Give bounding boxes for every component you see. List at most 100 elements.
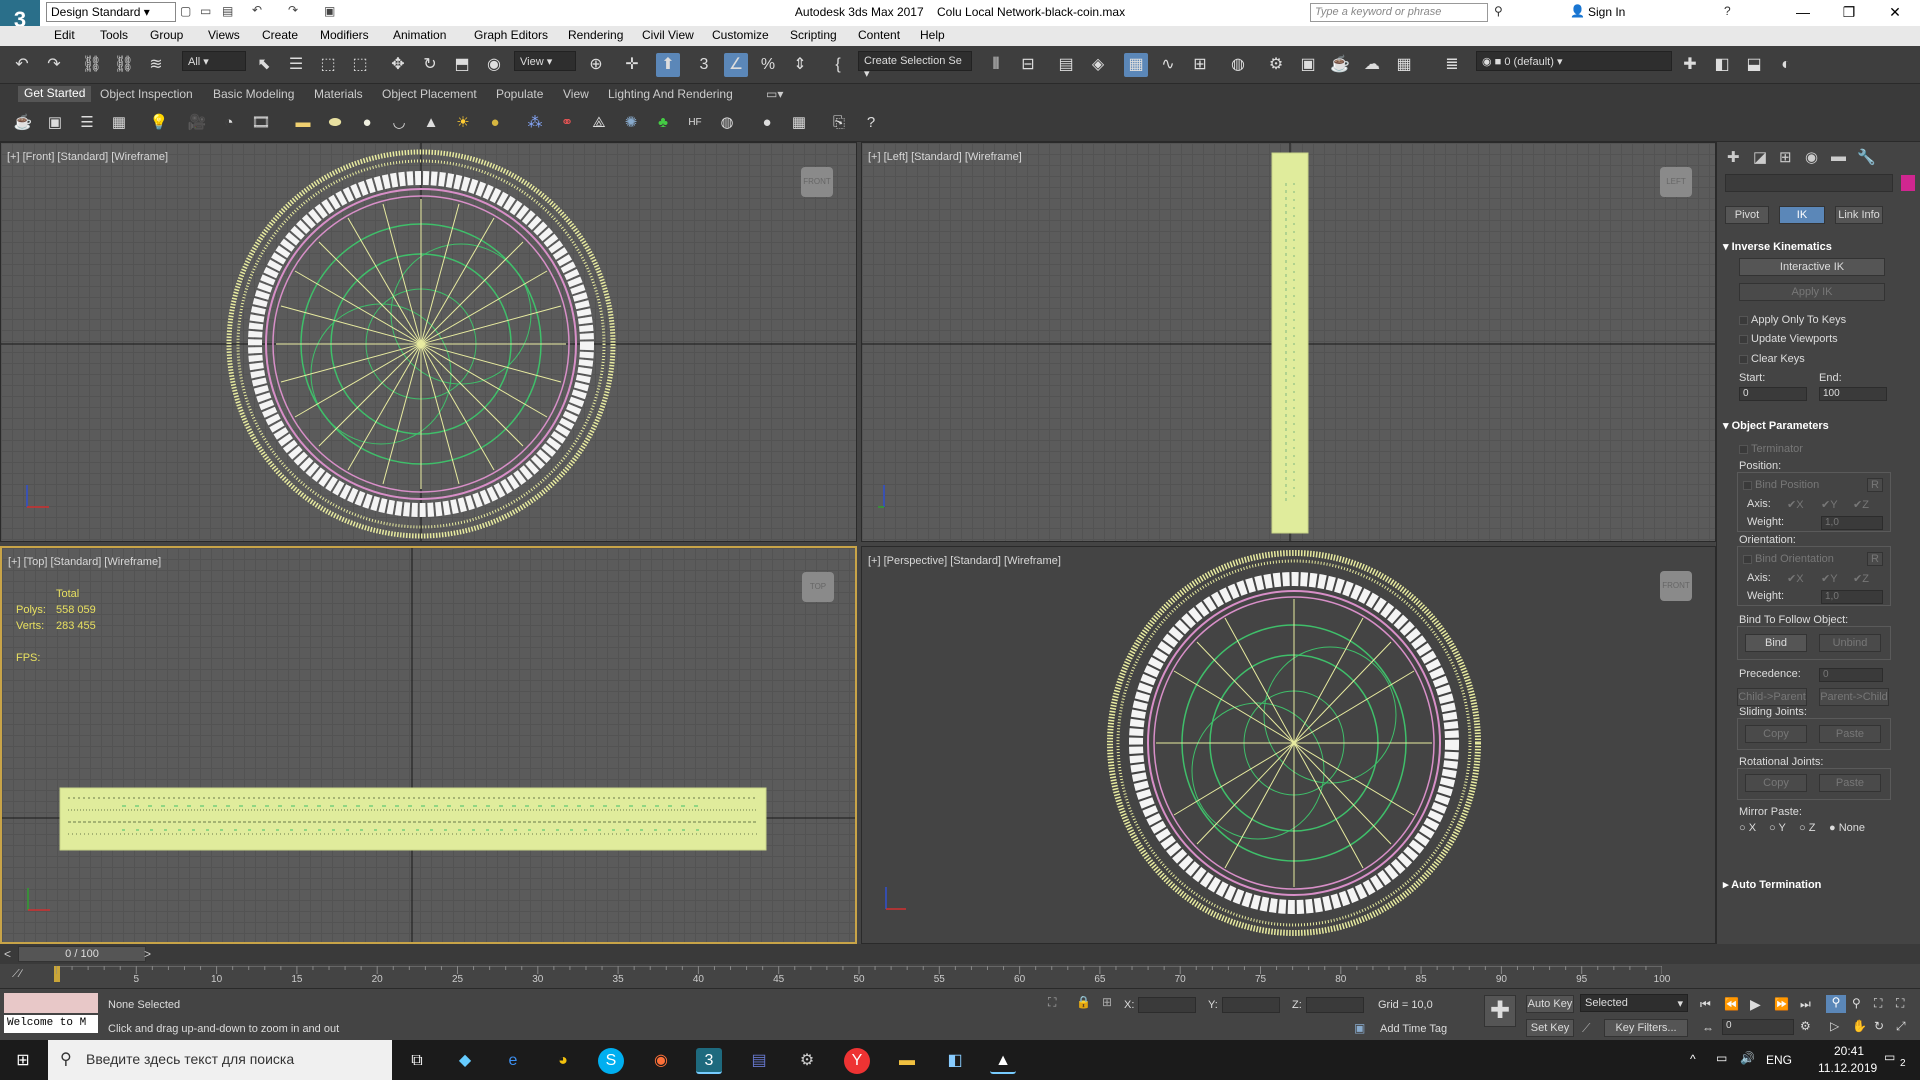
ribbon-tab-view[interactable]: View [563,87,589,101]
minimize-button[interactable]: — [1780,0,1826,26]
start-spinner[interactable]: 0 [1739,387,1807,401]
precedence-spinner[interactable]: 0 [1819,668,1883,682]
film-icon[interactable]: 🎞 [250,112,272,134]
rect-selection-icon[interactable]: ⬚ [316,53,340,77]
ribbon-tab-lighting[interactable]: Lighting And Rendering [608,87,733,101]
grid-icon[interactable]: ▦ [788,112,810,134]
bind-orientation-r-button[interactable]: R [1867,552,1883,566]
ribbon-tab-basic-modeling[interactable]: Basic Modeling [213,87,294,101]
viewport-label-top[interactable]: [+] [Top] [Standard] [Wireframe] [8,556,161,568]
window-crossing-icon[interactable]: ⬚ [348,53,372,77]
maximize-button[interactable]: ❐ [1826,0,1872,26]
z-coord-field[interactable] [1306,997,1364,1013]
windows-start-icon[interactable]: ⊞ [10,1048,36,1074]
tray-chevron-icon[interactable]: ^ [1690,1052,1696,1066]
goto-end-icon[interactable]: ⏭ [1800,997,1811,1012]
keyboard-shortcut-toggle-icon[interactable]: ⬆ [656,53,680,77]
viewport-top[interactable]: [+] [Top] [Standard] [Wireframe] TOP Tot… [0,546,857,944]
play-icon[interactable]: ▶ [1750,996,1761,1013]
select-object-icon[interactable]: ⬉ [252,53,276,77]
binoculars-icon[interactable]: ⚲ [1494,4,1503,18]
layer-stack-icon[interactable]: ◧ [1710,53,1734,77]
mirror-none-radio[interactable]: ● None [1829,822,1865,834]
zoom-all-icon[interactable]: ⚲ [1852,996,1861,1010]
menu-customize[interactable]: Customize [712,28,769,42]
sphere-icon[interactable]: ● [356,112,378,134]
goto-start-icon[interactable]: ⏮ [1700,997,1711,1012]
taskbar-search-box[interactable]: ⚲ Введите здесь текст для поиска [48,1040,392,1080]
percent-snap-icon[interactable]: % [756,53,780,77]
ik-tab[interactable]: IK [1779,206,1825,224]
gear-sphere-icon[interactable]: ✺ [620,112,642,134]
x-coord-field[interactable] [1138,997,1196,1013]
viewcube[interactable]: TOP [802,572,834,602]
layer-dropdown[interactable]: ◉ ■ 0 (default) ▾ [1476,51,1672,71]
mini-curve-icon[interactable]: ⟋∕ [12,968,22,981]
task-view-icon[interactable]: ⧉ [404,1048,430,1074]
time-slider[interactable]: < 0 / 100 > [0,944,1920,964]
create-tab-icon[interactable]: ✚ [1727,148,1740,166]
terminator-checkbox[interactable] [1739,445,1748,454]
named-selection-dropdown[interactable]: Create Selection Se ▾ [858,51,972,80]
link-info-tab[interactable]: Link Info [1835,206,1883,224]
sun-icon[interactable]: ☀ [452,112,474,134]
auto-termination-rollout[interactable]: ▸ Auto Termination [1723,878,1821,891]
render-teapot-icon[interactable]: ☕ [1328,53,1352,77]
key-mode-toggle-icon[interactable]: ⇔ [1702,1021,1714,1035]
export-icon[interactable]: ⎘ [828,112,850,134]
apply-ik-button[interactable]: Apply IK [1739,283,1885,301]
ribbon-tab-get-started[interactable]: Get Started [18,86,92,102]
notes-app-icon[interactable]: ◧ [942,1048,968,1074]
align-icon[interactable]: ⊟ [1016,53,1040,77]
move-icon[interactable]: ✥ [386,53,410,77]
menu-group[interactable]: Group [150,28,183,42]
place-icon[interactable]: ◉ [482,53,506,77]
menu-rendering[interactable]: Rendering [568,28,623,42]
menu-edit[interactable]: Edit [54,28,75,42]
y-coord-field[interactable] [1222,997,1280,1013]
object-color-swatch[interactable] [1901,175,1915,191]
list-icon[interactable]: ☰ [76,112,98,134]
object-name-field[interactable] [1725,174,1893,192]
edge-icon[interactable]: e [500,1048,526,1074]
child-parent-button[interactable]: Child->Parent [1737,688,1807,706]
scene-explorer-icon[interactable]: ▤ [1054,53,1078,77]
angle-snap-icon[interactable]: ∠ [724,53,748,77]
mirror-icon[interactable]: ⫴ [984,53,1008,77]
utilities-tab-icon[interactable]: 🔧 [1857,148,1876,166]
orbit-icon[interactable]: ↻ [1874,1019,1884,1033]
clock-date[interactable]: 11.12.2019 [1818,1061,1877,1075]
link-icon[interactable]: ⛓ [80,53,104,77]
pan-icon[interactable]: ✋ [1852,1019,1867,1033]
ribbon-toggle-icon[interactable]: ▦ [1124,53,1148,77]
add-time-tag-button[interactable]: Add Time Tag [1380,1023,1447,1035]
render-cloud-icon[interactable]: ☁ [1360,53,1384,77]
select-by-name-icon[interactable]: ☰ [284,53,308,77]
unbind-button[interactable]: Unbind [1819,634,1881,652]
sliding-paste-button[interactable]: Paste [1819,725,1881,743]
particles-icon[interactable]: ⁂ [524,112,546,134]
spinner-snap-icon[interactable]: ⇕ [788,53,812,77]
absolute-mode-icon[interactable]: ⊞ [1102,995,1112,1009]
3dsmax-taskbar-icon[interactable]: 3 [696,1048,722,1074]
time-config-icon[interactable]: ⚙ [1800,1019,1811,1033]
yandex-icon[interactable]: Y [844,1048,870,1074]
viewport-left[interactable]: [+] [Left] [Standard] [Wireframe] LEFT [861,142,1716,542]
redo-icon[interactable]: ↷ [42,53,66,77]
orient-axis-y-checkbox[interactable]: ✔Y [1821,572,1838,585]
position-weight-spinner[interactable]: 1,0 [1821,516,1883,530]
orbit-icon[interactable]: ◔ [218,112,240,134]
selection-filter-dropdown[interactable]: All ▾ [182,51,246,71]
material-sphere-icon[interactable]: ● [756,112,778,134]
ref-coord-dropdown[interactable]: View ▾ [514,51,576,71]
notifications-icon[interactable]: ▭ [1884,1050,1895,1064]
viewport-front[interactable]: [+] [Front] [Standard] [Wireframe] FRONT [0,142,857,542]
rotational-copy-button[interactable]: Copy [1745,774,1807,792]
orientation-weight-spinner[interactable]: 1,0 [1821,590,1883,604]
lock-icon[interactable]: 🔒 [1076,995,1091,1009]
axis-y-checkbox[interactable]: ✔Y [1821,498,1838,511]
bowl-icon[interactable]: ◡ [388,112,410,134]
viewport-label-left[interactable]: [+] [Left] [Standard] [Wireframe] [868,151,1022,163]
scale-icon[interactable]: ⬒ [450,53,474,77]
fov-icon[interactable]: ▷ [1830,1019,1839,1033]
